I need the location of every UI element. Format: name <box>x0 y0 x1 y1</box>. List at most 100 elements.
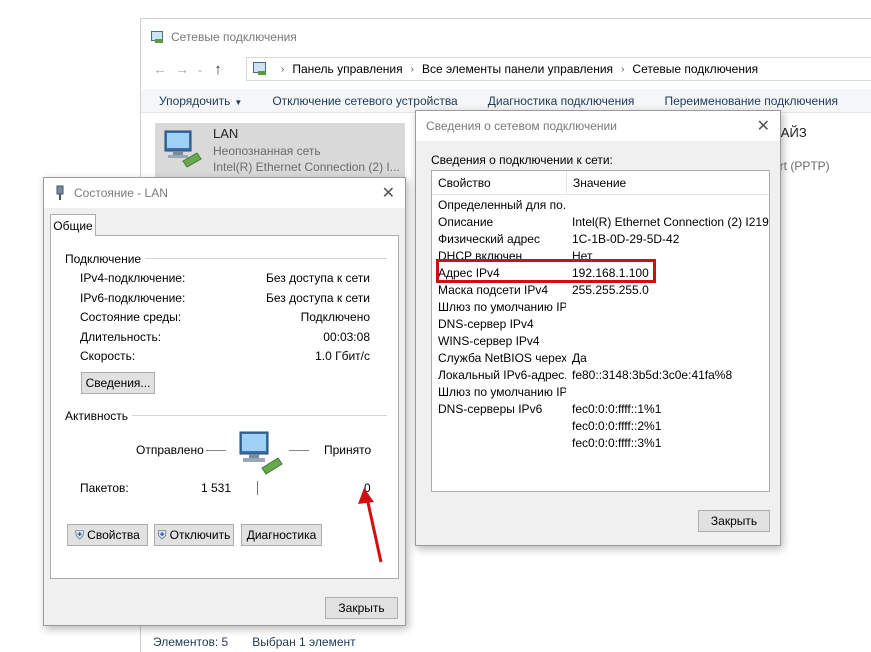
explorer-title-bar: Сетевые подключения <box>149 27 297 47</box>
explorer-title: Сетевые подключения <box>171 30 297 44</box>
sent-label: Отправлено <box>136 443 204 457</box>
ipv6-value: Без доступа к сети <box>266 291 370 305</box>
lan-adapter-item[interactable]: LAN Неопознанная сеть Intel(R) Ethernet … <box>155 123 405 177</box>
details-row[interactable]: WINS-сервер IPv4 <box>432 333 769 350</box>
row-property: Физический адрес <box>438 232 540 246</box>
diagnose-command[interactable]: Диагностика подключения <box>488 94 635 108</box>
breadcrumb-chevron-icon: › <box>410 63 414 75</box>
row-value: Intel(R) Ethernet Connection (2) I219-V <box>572 215 770 229</box>
row-property: DNS-серверы IPv6 <box>438 402 543 416</box>
close-icon[interactable]: ✕ <box>757 116 770 136</box>
lan-status-icon <box>56 185 64 200</box>
details-row[interactable]: DNS-серверы IPv6 fec0:0:0:ffff::1%1 <box>432 401 769 418</box>
column-value[interactable]: Значение <box>573 176 626 190</box>
details-button[interactable]: Сведения... <box>81 372 155 394</box>
breadcrumb-control-panel[interactable]: Панель управления <box>292 62 402 76</box>
row-property: Маска подсети IPv4 <box>438 283 549 297</box>
details-row[interactable]: DNS-сервер IPv4 <box>432 316 769 333</box>
partial-adapter-sub: ort (PPTP) <box>773 159 830 173</box>
speed-label: Скорость: <box>80 349 136 363</box>
details-list-header: Свойство Значение <box>432 171 769 195</box>
details-row[interactable]: Служба NetBIOS черех... Да <box>432 350 769 367</box>
details-row-ipv4[interactable]: Адрес IPv4 192.168.1.100 <box>432 265 769 282</box>
address-bar[interactable]: › Панель управления › Все элементы панел… <box>246 57 871 81</box>
details-row[interactable]: Локальный IPv6-адрес... fe80::3148:3b5d:3… <box>432 367 769 384</box>
up-arrow-icon[interactable]: ↑ <box>207 58 229 80</box>
forward-arrow-icon[interactable]: → <box>171 58 193 80</box>
row-property: DHCP включен <box>438 249 523 263</box>
rename-command[interactable]: Переименование подключения <box>664 94 838 108</box>
details-close-button[interactable]: Закрыть <box>698 510 770 532</box>
selected-count: Выбран 1 элемент <box>252 635 356 649</box>
ipv6-label: IPv6-подключение: <box>80 291 186 305</box>
row-value: Нет <box>572 249 593 263</box>
connection-group-label: Подключение <box>65 252 146 266</box>
disable-button[interactable]: ⛨ Отключить <box>154 524 234 546</box>
packets-divider <box>257 481 258 495</box>
sent-line <box>206 450 226 451</box>
group-divider <box>131 258 387 259</box>
close-icon[interactable]: ✕ <box>382 183 395 203</box>
network-adapter-icon <box>164 130 202 168</box>
row-value: fec0:0:0:ffff::1%1 <box>572 402 662 416</box>
row-property: DNS-сервер IPv4 <box>438 317 534 331</box>
media-state-value: Подключено <box>300 310 370 324</box>
column-divider[interactable] <box>566 171 567 195</box>
details-title: Сведения о сетевом подключении <box>426 119 617 133</box>
packets-label: Пакетов: <box>80 481 129 495</box>
organize-menu[interactable]: Упорядочить ▼ <box>159 94 242 108</box>
details-row[interactable]: Описание Intel(R) Ethernet Connection (2)… <box>432 214 770 231</box>
status-title: Состояние - LAN <box>74 186 168 200</box>
general-tab-panel: Подключение IPv4-подключение: Без доступ… <box>50 235 399 579</box>
status-close-button[interactable]: Закрыть <box>325 597 398 619</box>
details-list[interactable]: Свойство Значение Определенный для по...… <box>431 170 770 492</box>
details-row[interactable]: Определенный для по... <box>432 197 769 214</box>
adapter-name: LAN <box>213 126 239 141</box>
details-row[interactable]: fec0:0:0:ffff::3%1 <box>432 435 769 452</box>
shield-icon: ⛨ <box>75 527 85 542</box>
network-activity-icon <box>239 431 283 475</box>
ipv4-label: IPv4-подключение: <box>80 271 186 285</box>
details-row[interactable]: Шлюз по умолчанию IP... <box>432 384 769 401</box>
column-property[interactable]: Свойство <box>438 176 491 190</box>
diagnose-button[interactable]: Диагностика <box>241 524 322 546</box>
row-value: fec0:0:0:ffff::2%1 <box>572 419 662 433</box>
received-line <box>289 450 309 451</box>
row-value: 255.255.255.0 <box>572 283 649 297</box>
packets-sent: 1 531 <box>201 481 232 495</box>
row-property: Шлюз по умолчанию IP... <box>438 300 566 314</box>
shield-icon: ⛨ <box>157 527 167 542</box>
red-arrow-annotation <box>358 488 383 563</box>
row-property: Локальный IPv6-адрес... <box>438 368 566 382</box>
details-row[interactable]: Физический адрес 1C-1B-0D-29-5D-42 <box>432 231 769 248</box>
row-value: fec0:0:0:ffff::3%1 <box>572 436 662 450</box>
row-property: Адрес IPv4 <box>438 266 500 280</box>
disable-device-command[interactable]: Отключение сетевого устройства <box>272 94 457 108</box>
duration-value: 00:03:08 <box>323 330 370 344</box>
details-row[interactable]: Маска подсети IPv4 255.255.255.0 <box>432 282 769 299</box>
row-property: Описание <box>438 215 494 229</box>
row-value: Да <box>572 351 587 365</box>
breadcrumb-all-items[interactable]: Все элементы панели управления <box>422 62 613 76</box>
details-row[interactable]: fec0:0:0:ffff::2%1 <box>432 418 769 435</box>
activity-group-label: Активность <box>65 409 133 423</box>
network-connections-icon <box>149 30 165 44</box>
speed-value: 1.0 Гбит/с <box>315 349 370 363</box>
adapter-status: Неопознанная сеть <box>213 144 321 158</box>
received-label: Принято <box>324 443 372 457</box>
adapter-device: Intel(R) Ethernet Connection (2) I... <box>213 160 400 174</box>
recent-locations-chevron-icon[interactable]: ⌄ <box>193 58 207 80</box>
tab-general[interactable]: Общие <box>50 214 96 236</box>
breadcrumb-network-connections[interactable]: Сетевые подключения <box>632 62 758 76</box>
back-arrow-icon[interactable]: ← <box>149 58 171 80</box>
disable-label: Отключить <box>169 528 231 542</box>
breadcrumb-chevron-icon: › <box>621 63 625 75</box>
control-panel-icon <box>251 61 269 77</box>
media-state-label: Состояние среды: <box>80 310 182 324</box>
details-row[interactable]: DHCP включен Нет <box>432 248 769 265</box>
duration-label: Длительность: <box>80 330 162 344</box>
properties-button[interactable]: ⛨ Свойства <box>67 524 148 546</box>
row-property: Служба NetBIOS черех... <box>438 351 566 365</box>
details-row[interactable]: Шлюз по умолчанию IP... <box>432 299 769 316</box>
items-count: Элементов: 5 <box>153 635 229 649</box>
